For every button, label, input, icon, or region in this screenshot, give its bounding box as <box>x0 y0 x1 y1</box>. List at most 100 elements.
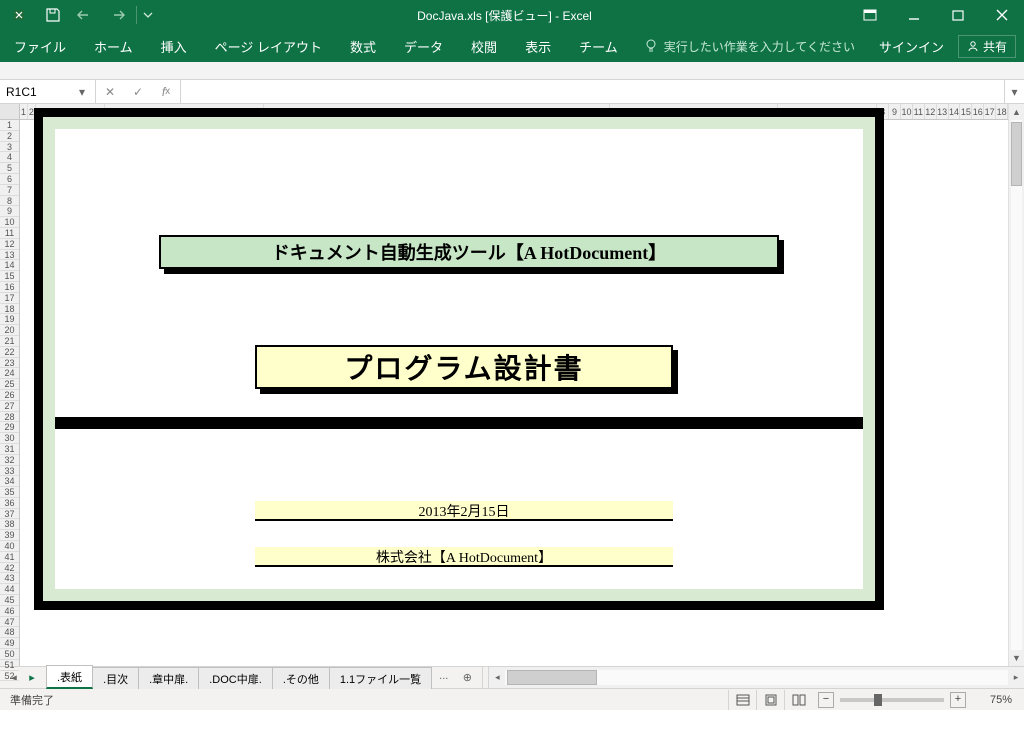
sheet-tab[interactable]: .表紙 <box>46 665 93 689</box>
column-header[interactable]: 17 <box>984 104 996 119</box>
row-header[interactable]: 11 <box>0 228 19 239</box>
zoom-out-button[interactable]: − <box>818 692 834 708</box>
column-header[interactable]: 11 <box>913 104 925 119</box>
row-header[interactable]: 17 <box>0 293 19 304</box>
row-header[interactable]: 10 <box>0 217 19 228</box>
sheet-nav-next-icon[interactable]: ▸ <box>24 670 40 686</box>
tab-review[interactable]: 校閲 <box>457 30 511 62</box>
column-header[interactable]: 14 <box>949 104 961 119</box>
row-header[interactable]: 34 <box>0 476 19 487</box>
row-headers[interactable]: 1234567891011121314151617181920212223242… <box>0 104 20 666</box>
row-header[interactable]: 29 <box>0 422 19 433</box>
tab-view[interactable]: 表示 <box>511 30 565 62</box>
row-header[interactable]: 20 <box>0 325 19 336</box>
row-header[interactable]: 14 <box>0 260 19 271</box>
row-header[interactable]: 13 <box>0 250 19 261</box>
name-box[interactable]: R1C1 ▾ <box>0 80 96 103</box>
name-box-dropdown-icon[interactable]: ▾ <box>75 85 89 99</box>
row-header[interactable]: 28 <box>0 412 19 423</box>
row-header[interactable]: 6 <box>0 174 19 185</box>
row-header[interactable]: 21 <box>0 336 19 347</box>
tell-me[interactable]: 実行したい作業を入力してください <box>632 30 867 62</box>
row-header[interactable]: 23 <box>0 358 19 369</box>
row-header[interactable]: 2 <box>0 131 19 142</box>
redo-icon[interactable] <box>102 1 132 29</box>
row-header[interactable]: 24 <box>0 368 19 379</box>
column-header[interactable]: 12 <box>925 104 937 119</box>
view-normal-icon[interactable] <box>728 690 756 710</box>
zoom-slider[interactable] <box>840 698 944 702</box>
zoom-in-button[interactable]: + <box>950 692 966 708</box>
scroll-up-icon[interactable]: ▲ <box>1009 104 1024 120</box>
row-header[interactable]: 16 <box>0 282 19 293</box>
row-header[interactable]: 27 <box>0 401 19 412</box>
row-header[interactable]: 19 <box>0 314 19 325</box>
row-header[interactable]: 25 <box>0 379 19 390</box>
tab-insert[interactable]: 挿入 <box>147 30 201 62</box>
tab-home[interactable]: ホーム <box>80 30 147 62</box>
qat-customize-icon[interactable] <box>141 1 155 29</box>
row-header[interactable]: 8 <box>0 196 19 207</box>
sheet-tab[interactable]: .その他 <box>272 667 330 689</box>
row-header[interactable]: 33 <box>0 466 19 477</box>
sheet-tabs-overflow[interactable]: ... <box>431 667 456 688</box>
ribbon-display-options-icon[interactable] <box>848 1 892 29</box>
row-header[interactable]: 51 <box>0 660 19 671</box>
zoom-percent[interactable]: 75% <box>972 694 1012 706</box>
row-header[interactable]: 37 <box>0 509 19 520</box>
sheet-tab[interactable]: .目次 <box>92 667 139 689</box>
column-header[interactable]: 9 <box>889 104 901 119</box>
vertical-scrollbar[interactable]: ▲ ▼ <box>1008 104 1024 666</box>
row-header[interactable]: 26 <box>0 390 19 401</box>
tab-page-layout[interactable]: ページ レイアウト <box>201 30 336 62</box>
row-header[interactable]: 41 <box>0 552 19 563</box>
row-header[interactable]: 31 <box>0 444 19 455</box>
horizontal-scroll-thumb[interactable] <box>507 670 597 685</box>
formula-bar-input[interactable] <box>181 80 1004 103</box>
view-page-layout-icon[interactable] <box>756 690 784 710</box>
row-header[interactable]: 44 <box>0 584 19 595</box>
scroll-right-icon[interactable]: ▸ <box>1008 667 1024 688</box>
scroll-down-icon[interactable]: ▼ <box>1009 650 1024 666</box>
tab-formulas[interactable]: 数式 <box>336 30 390 62</box>
column-header[interactable]: 18 <box>996 104 1008 119</box>
scroll-left-icon[interactable]: ◂ <box>489 667 505 688</box>
row-header[interactable]: 22 <box>0 347 19 358</box>
row-header[interactable]: 38 <box>0 519 19 530</box>
close-icon[interactable] <box>980 1 1024 29</box>
save-icon[interactable] <box>38 1 68 29</box>
column-header[interactable]: 15 <box>960 104 972 119</box>
row-header[interactable]: 50 <box>0 649 19 660</box>
row-header[interactable]: 52 <box>0 671 19 682</box>
tab-data[interactable]: データ <box>390 30 457 62</box>
column-header[interactable]: 16 <box>972 104 984 119</box>
row-header[interactable]: 4 <box>0 152 19 163</box>
share-button[interactable]: 共有 <box>958 35 1016 58</box>
column-header[interactable]: 10 <box>901 104 913 119</box>
row-header[interactable]: 18 <box>0 304 19 315</box>
row-header[interactable]: 15 <box>0 271 19 282</box>
sheet-tab[interactable]: .DOC中扉. <box>198 667 273 689</box>
row-header[interactable]: 45 <box>0 595 19 606</box>
column-header[interactable]: 13 <box>937 104 949 119</box>
view-page-break-icon[interactable] <box>784 690 812 710</box>
minimize-icon[interactable] <box>892 1 936 29</box>
row-header[interactable]: 40 <box>0 541 19 552</box>
formula-enter-icon[interactable]: ✓ <box>124 85 152 99</box>
row-header[interactable]: 3 <box>0 142 19 153</box>
row-header[interactable]: 39 <box>0 530 19 541</box>
row-header[interactable]: 1 <box>0 120 19 131</box>
select-all-corner[interactable] <box>0 104 19 120</box>
row-header[interactable]: 36 <box>0 498 19 509</box>
formula-cancel-icon[interactable]: ✕ <box>96 85 124 99</box>
row-header[interactable]: 48 <box>0 627 19 638</box>
row-header[interactable]: 5 <box>0 163 19 174</box>
row-header[interactable]: 47 <box>0 617 19 628</box>
sign-in-link[interactable]: サインイン <box>869 37 954 56</box>
horizontal-scrollbar[interactable]: ◂ ▸ <box>488 667 1024 688</box>
column-header[interactable]: 1 <box>20 104 28 119</box>
zoom-slider-thumb[interactable] <box>874 694 882 706</box>
vertical-scroll-thumb[interactable] <box>1011 122 1022 186</box>
row-header[interactable]: 30 <box>0 433 19 444</box>
row-header[interactable]: 42 <box>0 563 19 574</box>
